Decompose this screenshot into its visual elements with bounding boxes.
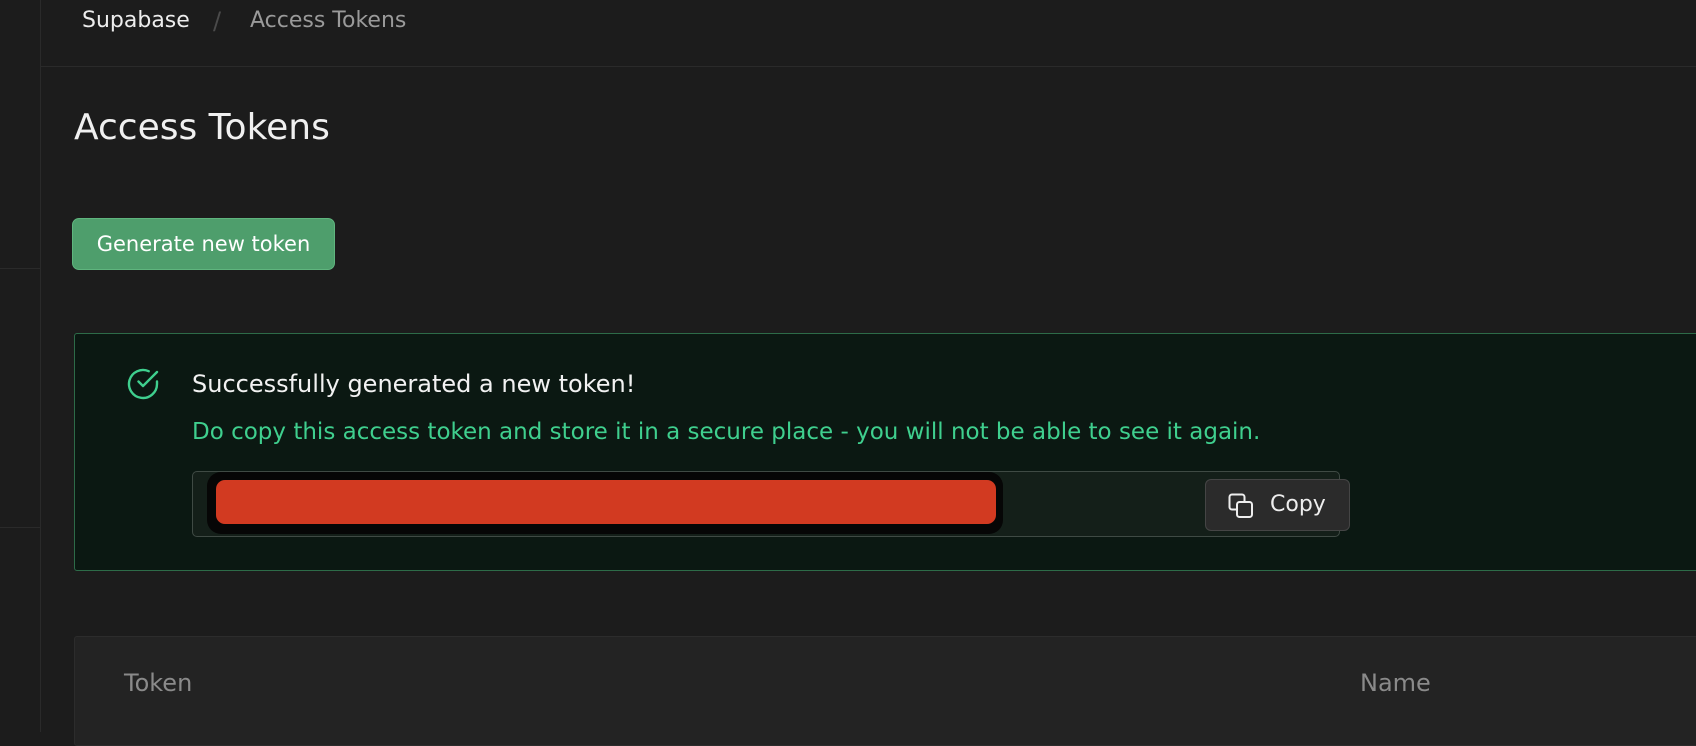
page-title: Access Tokens bbox=[74, 107, 330, 148]
sidebar-divider bbox=[0, 268, 40, 269]
breadcrumb-separator: / bbox=[213, 7, 222, 35]
token-redaction bbox=[207, 472, 1003, 534]
breadcrumb-root[interactable]: Supabase bbox=[82, 7, 190, 35]
copy-icon bbox=[1228, 493, 1253, 518]
alert-title: Successfully generated a new token! bbox=[192, 370, 636, 398]
success-alert: Successfully generated a new token! Do c… bbox=[74, 333, 1696, 571]
top-bar: Supabase / Access Tokens bbox=[41, 0, 1696, 67]
column-header-token: Token bbox=[124, 669, 193, 697]
check-circle-icon bbox=[127, 368, 159, 400]
token-redaction-fill bbox=[216, 480, 996, 524]
column-header-name: Name bbox=[1360, 669, 1431, 697]
alert-description: Do copy this access token and store it i… bbox=[192, 419, 1261, 445]
token-field[interactable]: Copy bbox=[192, 471, 1350, 537]
tokens-table: Token Name bbox=[74, 636, 1696, 746]
left-sidebar bbox=[0, 0, 41, 732]
copy-button[interactable]: Copy bbox=[1205, 479, 1350, 531]
sidebar-divider bbox=[0, 527, 40, 528]
copy-label: Copy bbox=[1270, 492, 1326, 517]
breadcrumb-current[interactable]: Access Tokens bbox=[250, 7, 406, 35]
generate-token-button[interactable]: Generate new token bbox=[72, 218, 335, 270]
